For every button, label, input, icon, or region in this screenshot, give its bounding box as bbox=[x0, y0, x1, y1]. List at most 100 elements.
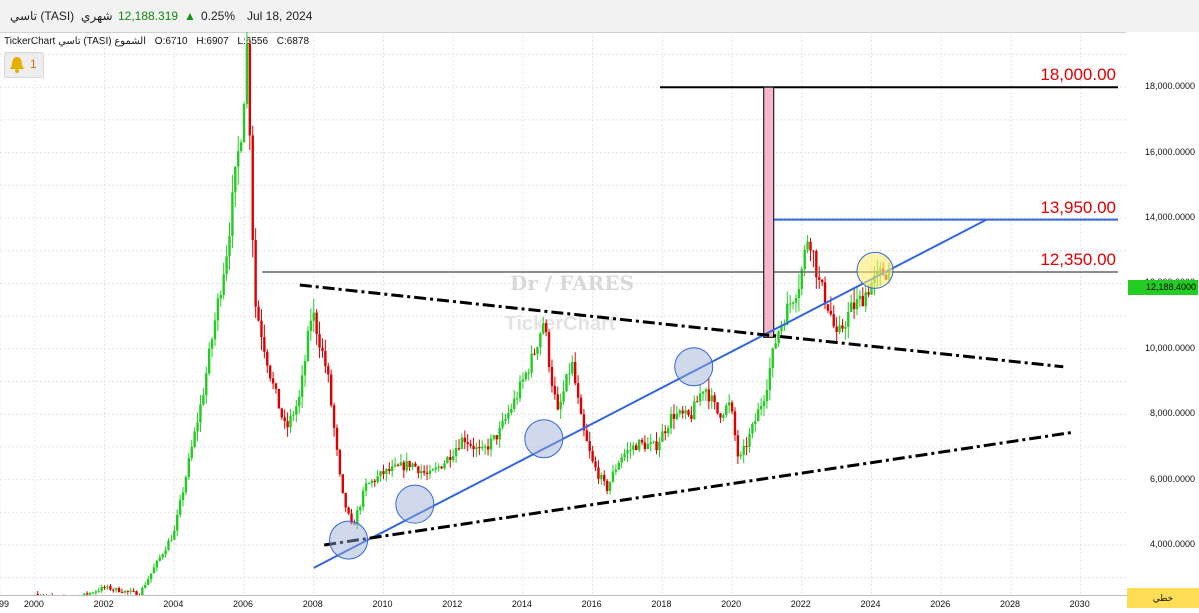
candle-down bbox=[425, 472, 429, 474]
candle-up bbox=[806, 241, 809, 250]
candle-down bbox=[707, 389, 711, 402]
candle-down bbox=[820, 279, 824, 283]
candle-up bbox=[518, 381, 522, 399]
candle-up bbox=[158, 557, 161, 561]
candle-up bbox=[196, 422, 199, 432]
time-axis[interactable]: 1999 2000 2002 2004 2006 2008 2010 2012 2014 2016… bbox=[0, 595, 1199, 613]
candle-up bbox=[739, 454, 742, 457]
candle-down bbox=[829, 310, 833, 315]
candle-up bbox=[420, 470, 423, 474]
candle-up bbox=[213, 320, 217, 340]
candle-up bbox=[765, 390, 769, 402]
candle-up bbox=[754, 421, 757, 424]
candle-up bbox=[646, 444, 650, 450]
candle-up bbox=[762, 401, 766, 407]
candle-up bbox=[239, 142, 243, 152]
candle-up bbox=[797, 288, 801, 299]
candle-up bbox=[562, 391, 565, 402]
candle-down bbox=[109, 586, 112, 590]
candle-up bbox=[864, 292, 867, 307]
candle-up bbox=[376, 476, 379, 483]
x-tick-label: 2012 bbox=[442, 599, 463, 609]
candle-up bbox=[510, 409, 513, 413]
candle-up bbox=[300, 375, 304, 397]
candle-up bbox=[152, 567, 156, 574]
candle-up bbox=[437, 466, 440, 468]
period-label[interactable]: شهري bbox=[81, 9, 113, 23]
candle-down bbox=[280, 408, 283, 418]
candle-up bbox=[600, 474, 603, 479]
candle-down bbox=[132, 590, 135, 592]
candle-up bbox=[170, 539, 173, 541]
candle-down bbox=[260, 320, 263, 338]
candle-down bbox=[335, 427, 339, 450]
candle-down bbox=[591, 450, 594, 462]
x-tick-label: 2030 bbox=[1069, 599, 1090, 609]
candles bbox=[36, 32, 891, 595]
candle-up bbox=[498, 427, 501, 440]
candle-down bbox=[867, 292, 870, 295]
candle-up bbox=[649, 442, 652, 445]
candle-down bbox=[690, 415, 693, 419]
candle-down bbox=[472, 445, 475, 450]
candle-up bbox=[405, 460, 408, 471]
candle-up bbox=[849, 302, 853, 312]
level-label: 18,000.00 bbox=[1040, 65, 1116, 85]
candle-up bbox=[237, 151, 240, 167]
candle-up bbox=[611, 471, 615, 482]
candle-down bbox=[341, 474, 344, 493]
symbol-name[interactable]: تاسي (TASI) bbox=[10, 9, 74, 23]
candle-down bbox=[120, 592, 124, 594]
candle-up bbox=[838, 325, 841, 332]
candle-down bbox=[486, 446, 490, 450]
candle-up bbox=[727, 402, 731, 406]
candle-up bbox=[205, 373, 208, 396]
candle-up bbox=[303, 360, 307, 376]
candle-up bbox=[492, 435, 496, 439]
annotations bbox=[262, 86, 1118, 569]
candle-down bbox=[248, 43, 252, 136]
candle-down bbox=[402, 462, 406, 471]
price-chart[interactable]: Dr / FARES TickerChart bbox=[0, 32, 1199, 595]
candle-up bbox=[847, 311, 850, 327]
candle-down bbox=[823, 282, 827, 305]
y-tick-label: 4,000.0000 bbox=[1149, 539, 1195, 549]
candle-up bbox=[539, 333, 542, 348]
candle-down bbox=[103, 587, 106, 589]
candle-down bbox=[687, 410, 690, 416]
candle-up bbox=[742, 445, 745, 455]
x-tick-label: 2016 bbox=[581, 599, 602, 609]
level-label: 12,350.00 bbox=[1040, 249, 1116, 269]
y-tick-label: 10,000.0000 bbox=[1144, 342, 1195, 353]
x-tick-label: 2020 bbox=[721, 599, 742, 609]
touch-circle bbox=[856, 251, 894, 289]
touch-circle bbox=[395, 484, 435, 524]
scale-type-button[interactable]: خطي bbox=[1127, 588, 1199, 608]
candle-down bbox=[672, 413, 676, 419]
candle-down bbox=[257, 306, 260, 321]
candle-up bbox=[608, 481, 612, 491]
candle-down bbox=[329, 374, 333, 406]
candle-up bbox=[693, 401, 696, 419]
candle-up bbox=[390, 466, 394, 472]
candle-up bbox=[370, 480, 374, 484]
candle-down bbox=[809, 241, 812, 251]
candle-up bbox=[155, 560, 159, 568]
candle-up bbox=[176, 514, 179, 531]
candle-down bbox=[422, 470, 426, 473]
candle-up bbox=[559, 401, 562, 410]
candle-up bbox=[393, 464, 397, 467]
candle-up bbox=[289, 415, 292, 428]
candle-down bbox=[266, 351, 269, 366]
candle-down bbox=[327, 366, 330, 375]
candle-down bbox=[463, 437, 467, 443]
candle-down bbox=[440, 466, 443, 469]
candle-down bbox=[745, 445, 748, 447]
candle-up bbox=[542, 323, 545, 334]
candle-up bbox=[364, 483, 368, 491]
price-axis[interactable]: 4,000.0000 6,000.0000 8,000.0000 10,000.000… bbox=[1126, 32, 1199, 587]
x-tick-label: 2008 bbox=[302, 599, 323, 609]
candle-down bbox=[117, 588, 121, 593]
y-tick-label: 18,000.0000 bbox=[1144, 81, 1195, 92]
candle-up bbox=[524, 372, 528, 380]
